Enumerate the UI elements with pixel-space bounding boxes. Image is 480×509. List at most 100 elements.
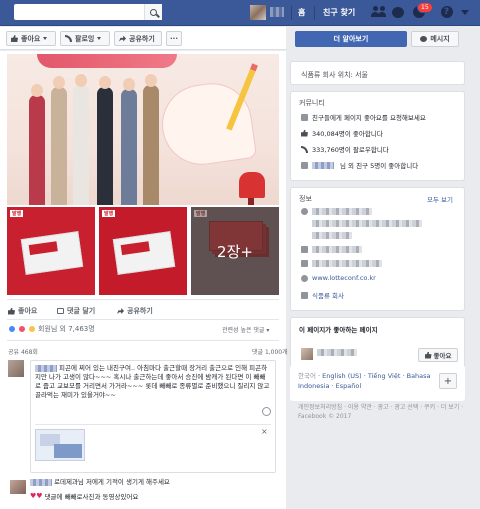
help-icon[interactable]: ?: [440, 5, 453, 19]
category-row[interactable]: 식품류 회사: [301, 290, 344, 300]
location-card: 식품류 회사 위치: 서울: [290, 61, 465, 85]
share-count[interactable]: 공유 468회: [8, 347, 38, 356]
see-all-link[interactable]: 모두 보기: [427, 194, 453, 204]
messenger-icon: [301, 260, 308, 267]
language-option[interactable]: English (US): [322, 372, 362, 380]
invite-icon: [301, 113, 308, 121]
liked-page-avatar[interactable]: [301, 348, 313, 360]
commenter-name-blurred[interactable]: [35, 364, 57, 372]
chevron-down-icon: [43, 37, 48, 40]
post-like-button[interactable]: 좋아요: [8, 306, 37, 316]
person-head: [123, 78, 135, 91]
location-pin-icon: [301, 208, 308, 215]
liked-page-like-label: 좋아요: [433, 352, 452, 360]
post-hero-image[interactable]: [7, 54, 279, 205]
contact-blurred: [312, 260, 382, 267]
commenter-name-blurred[interactable]: [30, 478, 52, 486]
post-photo-tile[interactable]: 발행: [7, 207, 95, 295]
language-option[interactable]: Español: [336, 382, 362, 390]
find-friends-link[interactable]: 친구 찾기: [323, 7, 355, 18]
profile-name-blurred[interactable]: [270, 7, 284, 17]
search-button[interactable]: [144, 4, 162, 20]
divider: [291, 6, 292, 20]
more-options-button[interactable]: ···: [166, 31, 182, 46]
message-button[interactable]: 메시지: [411, 31, 459, 47]
category-link[interactable]: 식품류 회사: [312, 290, 344, 300]
post-photo-tile[interactable]: 발행: [99, 207, 187, 295]
reaction-summary[interactable]: 회원님 외 7,463명: [8, 324, 95, 334]
post-photo-tile-more[interactable]: 발행 2장+: [191, 207, 279, 295]
attachment-image[interactable]: [35, 429, 85, 461]
comment-body: 피곤에 찌어 있는 내친구여.. 아침마다 출근할때 장거리 출근으로 인해 피…: [35, 364, 271, 400]
share-arrow-icon: [119, 35, 126, 42]
liked-page-like-button[interactable]: 좋아요: [418, 348, 458, 362]
profile-avatar[interactable]: [250, 5, 266, 20]
language-list: 한국어 · English (US) · Tiếng Việt · Bahasa…: [298, 372, 431, 390]
liked-pages-title: 이 페이지가 좋아하는 페이지: [299, 326, 378, 334]
tile-tag: 발행: [10, 210, 24, 217]
envelope-illustration: [20, 231, 84, 275]
comment-count[interactable]: 댓글 1,000개: [252, 347, 288, 356]
page-share-button[interactable]: 공유하기: [114, 31, 162, 46]
page-follow-button[interactable]: 팔로잉: [60, 31, 110, 46]
commenter-avatar[interactable]: [8, 360, 24, 377]
thumbs-up-icon: [301, 129, 308, 137]
page-like-button[interactable]: 좋아요: [6, 31, 56, 46]
divider: [314, 6, 315, 20]
comment-item: 피곤에 찌어 있는 내친구여.. 아침마다 출근할때 장거리 출근으로 인해 피…: [30, 360, 276, 473]
post-action-row: 좋아요 댓글 달기 공유하기: [0, 302, 286, 319]
messenger-icon[interactable]: [391, 5, 404, 19]
person-head: [99, 76, 111, 89]
message-label: 메시지: [430, 35, 450, 43]
current-language: 한국어: [298, 372, 316, 380]
likes-count-text: 340,084명이 좋아합니다: [312, 130, 383, 138]
person-figure: [73, 85, 89, 205]
tag-icon: [301, 291, 308, 299]
love-reaction-icon: [18, 325, 26, 333]
website-link[interactable]: www.lotteconf.co.kr: [312, 274, 376, 282]
liked-page-name-blurred[interactable]: [317, 349, 357, 356]
commenter-avatar[interactable]: [10, 480, 26, 494]
search-input[interactable]: [14, 4, 162, 20]
like-reaction-icon: [8, 325, 16, 333]
hero-banner-decoration: [37, 54, 177, 68]
learn-more-button[interactable]: 더 알아보기: [295, 31, 407, 47]
address-row: [301, 208, 372, 215]
thumbs-up-icon: [8, 307, 15, 315]
invite-friends-row[interactable]: 친구들에게 페이지 좋아요를 요청해보세요: [301, 112, 426, 122]
post-share-label: 공유하기: [127, 307, 153, 315]
language-option[interactable]: Bahasa Indonesia: [298, 372, 431, 390]
address-row-3: [312, 232, 352, 239]
heart-emoji-icon: ♥♥: [30, 492, 43, 500]
close-icon[interactable]: ×: [261, 427, 268, 436]
person-head: [53, 76, 65, 89]
more-photos-count: 2장+: [217, 243, 253, 261]
likes-count-row: 340,084명이 좋아합니다: [301, 128, 383, 138]
person-head: [145, 74, 157, 87]
search-icon: [150, 8, 157, 16]
friend-requests-icon[interactable]: [371, 5, 386, 19]
chevron-down-icon: [97, 37, 102, 40]
invite-friends-text: 친구들에게 페이지 좋아요를 요청해보세요: [312, 114, 426, 122]
friends-like-text: 님 외 친구 5명이 좋아합니다: [340, 162, 419, 170]
friends-icon: [301, 161, 308, 169]
emoji-icon[interactable]: [262, 407, 271, 416]
home-link[interactable]: 홈: [298, 7, 305, 18]
post-comment-button[interactable]: 댓글 달기: [57, 306, 95, 316]
person-head: [31, 84, 43, 97]
address-blurred: [312, 220, 422, 227]
rss-icon: [65, 35, 72, 42]
language-option[interactable]: Tiếng Việt: [368, 372, 401, 380]
messenger-icon: [420, 36, 428, 42]
website-row[interactable]: www.lotteconf.co.kr: [301, 274, 376, 282]
account-menu-caret-icon[interactable]: [461, 10, 469, 15]
address-row-2: [312, 220, 422, 227]
share-arrow-icon: [117, 308, 124, 314]
post-share-button[interactable]: 공유하기: [117, 306, 153, 316]
comment-sort-dropdown[interactable]: 관련성 높은 댓글 ▾: [222, 325, 269, 334]
person-head: [75, 74, 87, 87]
comment-icon: [57, 308, 64, 314]
page-action-bar: 좋아요 팔로잉 공유하기 ···: [0, 27, 286, 50]
friends-like-row[interactable]: 님 외 친구 5명이 좋아합니다: [301, 160, 418, 170]
add-language-button[interactable]: +: [439, 373, 457, 389]
